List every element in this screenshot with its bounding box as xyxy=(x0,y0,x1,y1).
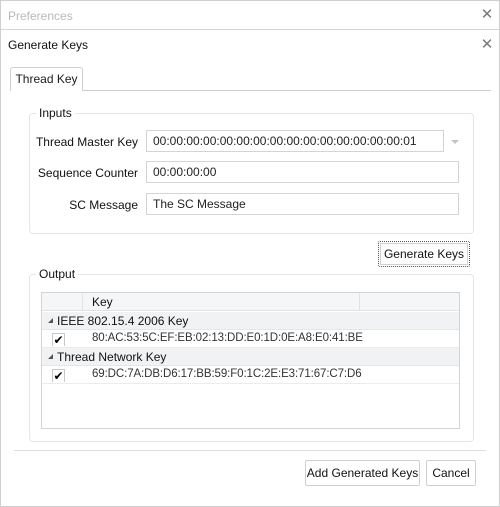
tab-thread-key[interactable]: Thread Key xyxy=(10,67,83,91)
preferences-title-bar: Preferences ✕ xyxy=(1,1,499,30)
column-divider[interactable] xyxy=(359,293,360,311)
sc-message-label: SC Message xyxy=(69,198,138,212)
output-legend: Output xyxy=(36,267,79,281)
sequence-counter-input[interactable]: 00:00:00:00 xyxy=(146,161,459,183)
close-icon[interactable]: ✕ xyxy=(480,37,494,52)
group-row-thread-network[interactable]: Thread Network Key xyxy=(42,348,459,366)
expand-triangle-icon[interactable] xyxy=(48,354,53,359)
table-row[interactable]: ✔ 69:DC:7A:DB:D6:17:BB:59:F0:1C:2E:E3:71… xyxy=(42,366,459,384)
cancel-button[interactable]: Cancel xyxy=(426,460,476,486)
column-header-key[interactable]: Key xyxy=(92,295,113,309)
group-label: Thread Network Key xyxy=(57,350,167,364)
sequence-counter-label: Sequence Counter xyxy=(37,166,138,180)
group-row-ieee[interactable]: IEEE 802.15.4 2006 Key xyxy=(42,312,459,330)
expand-triangle-icon[interactable] xyxy=(48,318,53,323)
key-value: 69:DC:7A:DB:D6:17:BB:59:F0:1C:2E:E3:71:6… xyxy=(92,368,362,380)
chevron-down-icon[interactable] xyxy=(451,140,459,144)
dialog-title: Generate Keys xyxy=(8,38,89,52)
sc-message-input[interactable]: The SC Message xyxy=(146,193,459,215)
checkbox[interactable]: ✔ xyxy=(52,369,65,383)
checkbox[interactable]: ✔ xyxy=(52,333,65,347)
table-header: Key xyxy=(42,293,459,311)
table-row[interactable]: ✔ 80:AC:53:5C:EF:EB:02:13:DD:E0:1D:0E:A8… xyxy=(42,330,459,348)
inputs-legend: Inputs xyxy=(36,106,75,120)
close-icon[interactable]: ✕ xyxy=(480,7,494,22)
preferences-window: Preferences ✕ Generate Keys ✕ Thread Key… xyxy=(0,0,500,507)
column-divider[interactable] xyxy=(82,293,83,311)
generate-keys-button[interactable]: Generate Keys xyxy=(378,241,470,267)
preferences-title: Preferences xyxy=(8,9,73,23)
thread-master-key-combobox[interactable]: 00:00:00:00:00:00:00:00:00:00:00:00:00:0… xyxy=(146,130,444,152)
group-label: IEEE 802.15.4 2006 Key xyxy=(57,314,189,328)
key-value: 80:AC:53:5C:EF:EB:02:13:DD:E0:1D:0E:A8:E… xyxy=(92,332,363,344)
thread-master-key-label: Thread Master Key xyxy=(35,135,138,149)
add-generated-keys-button[interactable]: Add Generated Keys xyxy=(305,460,420,486)
output-keys-table: Key IEEE 802.15.4 2006 Key ✔ 80:AC:53:5C… xyxy=(41,292,460,429)
footer-divider xyxy=(14,450,486,451)
